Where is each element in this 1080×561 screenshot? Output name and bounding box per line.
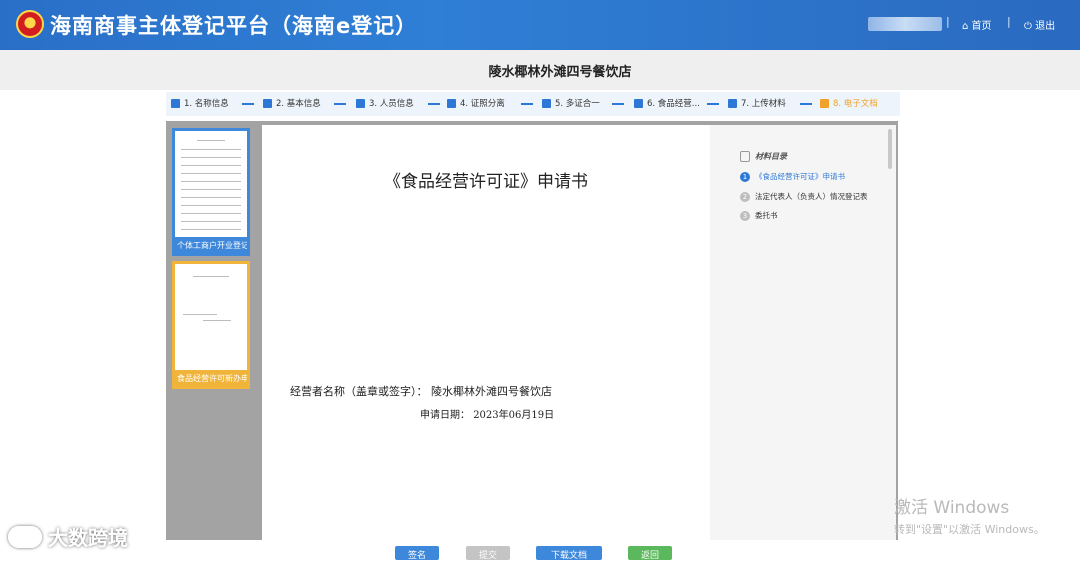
toc-item-1[interactable]: 1 《食品经营许可证》申请书 — [740, 171, 845, 182]
toc-item-3[interactable]: 3 委托书 — [740, 210, 778, 221]
step-1[interactable]: 1. 名称信息 — [171, 97, 229, 109]
step-6[interactable]: 6. 食品经营... — [634, 97, 700, 109]
bar-chart-icon — [171, 98, 180, 108]
thumbnail-preview — [179, 270, 243, 364]
upload-icon — [728, 98, 737, 108]
thumbnail-caption: 个体工商户开业登记... — [175, 237, 247, 253]
power-icon: ⏻ — [1024, 21, 1032, 32]
operator-value: 陵水椰林外滩四号餐饮店 — [431, 385, 552, 398]
activation-title: 激活 Windows — [894, 498, 1010, 518]
emblem-logo — [16, 10, 44, 38]
watermark-logo — [8, 525, 42, 548]
step-2[interactable]: 2. 基本信息 — [263, 97, 321, 109]
toc-item-label: 委托书 — [755, 211, 778, 220]
thumbnail-preview — [179, 137, 243, 231]
toc-number: 1 — [740, 171, 750, 182]
logout-label: 退出 — [1035, 21, 1056, 32]
material-toc: 材料目录 1 《食品经营许可证》申请书 2 法定代表人（负责人）情况登记表 3 … — [710, 125, 896, 540]
document-viewer: 个体工商户开业登记... 食品经营许可新办申... 《食品经营许可证》申请书 经… — [166, 121, 898, 540]
step-label: 6. 食品经营... — [647, 99, 700, 109]
separator: | — [946, 15, 950, 28]
step-5[interactable]: 5. 多证合一 — [542, 97, 600, 109]
toc-item-label: 《食品经营许可证》申请书 — [755, 172, 845, 181]
windows-activation-notice: 激活 Windows 转到"设置"以激活 Windows。 — [894, 493, 1045, 537]
step-connector — [428, 103, 440, 105]
shop-bar: 陵水椰林外滩四号餐饮店 — [0, 50, 1080, 90]
date-label: 申请日期： — [420, 410, 470, 421]
id-card-icon — [447, 98, 456, 108]
home-label: 首页 — [971, 21, 992, 32]
watermark-text: 大数跨境 — [48, 526, 128, 550]
toc-number: 2 — [740, 191, 750, 202]
watermark: 大数跨境 — [8, 522, 128, 551]
step-label: 3. 人员信息 — [369, 99, 414, 109]
date-value: 2023年06月19日 — [473, 410, 555, 421]
step-4[interactable]: 4. 证照分离 — [447, 97, 505, 109]
book-icon — [740, 151, 750, 162]
step-label: 7. 上传材料 — [741, 99, 786, 109]
apply-date-line: 申请日期： 2023年06月19日 — [420, 406, 554, 421]
step-connector — [612, 103, 624, 105]
toc-item-2[interactable]: 2 法定代表人（负责人）情况登记表 — [740, 191, 868, 202]
folder-icon — [820, 98, 829, 108]
step-label: 5. 多证合一 — [555, 99, 600, 109]
step-label: 4. 证照分离 — [460, 99, 505, 109]
step-connector — [521, 103, 533, 105]
platform-title: 海南商事主体登记平台（海南e登记） — [50, 14, 418, 38]
thumbnail-caption: 食品经营许可新办申... — [175, 370, 247, 386]
step-connector — [242, 103, 254, 105]
toc-scrollbar[interactable] — [888, 129, 892, 169]
person-icon — [356, 98, 365, 108]
toc-number: 3 — [740, 210, 750, 221]
toc-item-label: 法定代表人（负责人）情况登记表 — [755, 192, 868, 201]
step-connector — [707, 103, 719, 105]
step-progress: 1. 名称信息 2. 基本信息 3. 人员信息 4. 证照分离 5. 多证合一 … — [166, 92, 900, 116]
separator: | — [1007, 15, 1011, 28]
operator-label: 经营者名称（盖章或签字）： — [290, 385, 428, 398]
thumbnail-2[interactable]: 食品经营许可新办申... — [172, 261, 250, 389]
step-3[interactable]: 3. 人员信息 — [356, 97, 414, 109]
step-connector — [334, 103, 346, 105]
step-label: 2. 基本信息 — [276, 99, 321, 109]
certificate-icon — [634, 98, 643, 108]
step-7[interactable]: 7. 上传材料 — [728, 97, 786, 109]
bar-chart-icon — [263, 98, 272, 108]
step-8[interactable]: 8. 电子文档 — [820, 97, 878, 109]
home-link[interactable]: ⌂ 首页 — [962, 17, 992, 32]
document-page: 《食品经营许可证》申请书 经营者名称（盖章或签字）： 陵水椰林外滩四号餐饮店 申… — [262, 125, 710, 540]
document-title: 《食品经营许可证》申请书 — [384, 172, 588, 192]
step-label: 8. 电子文档 — [833, 99, 878, 109]
home-icon: ⌂ — [962, 21, 969, 32]
operator-line: 经营者名称（盖章或签字）： 陵水椰林外滩四号餐饮店 — [290, 383, 552, 399]
step-connector — [800, 103, 812, 105]
thumbnail-1[interactable]: 个体工商户开业登记... — [172, 128, 250, 256]
top-header: 海南商事主体登记平台（海南e登记） | ⌂ 首页 | ⏻ 退出 — [0, 0, 1080, 50]
toc-heading-label: 材料目录 — [755, 152, 787, 161]
shop-name: 陵水椰林外滩四号餐饮店 — [488, 65, 632, 80]
logout-link[interactable]: ⏻ 退出 — [1024, 17, 1055, 32]
toc-heading: 材料目录 — [740, 151, 787, 162]
activation-hint: 转到"设置"以激活 Windows。 — [894, 523, 1045, 536]
user-name-redacted — [868, 17, 942, 31]
document-icon — [542, 98, 551, 108]
step-label: 1. 名称信息 — [184, 99, 229, 109]
